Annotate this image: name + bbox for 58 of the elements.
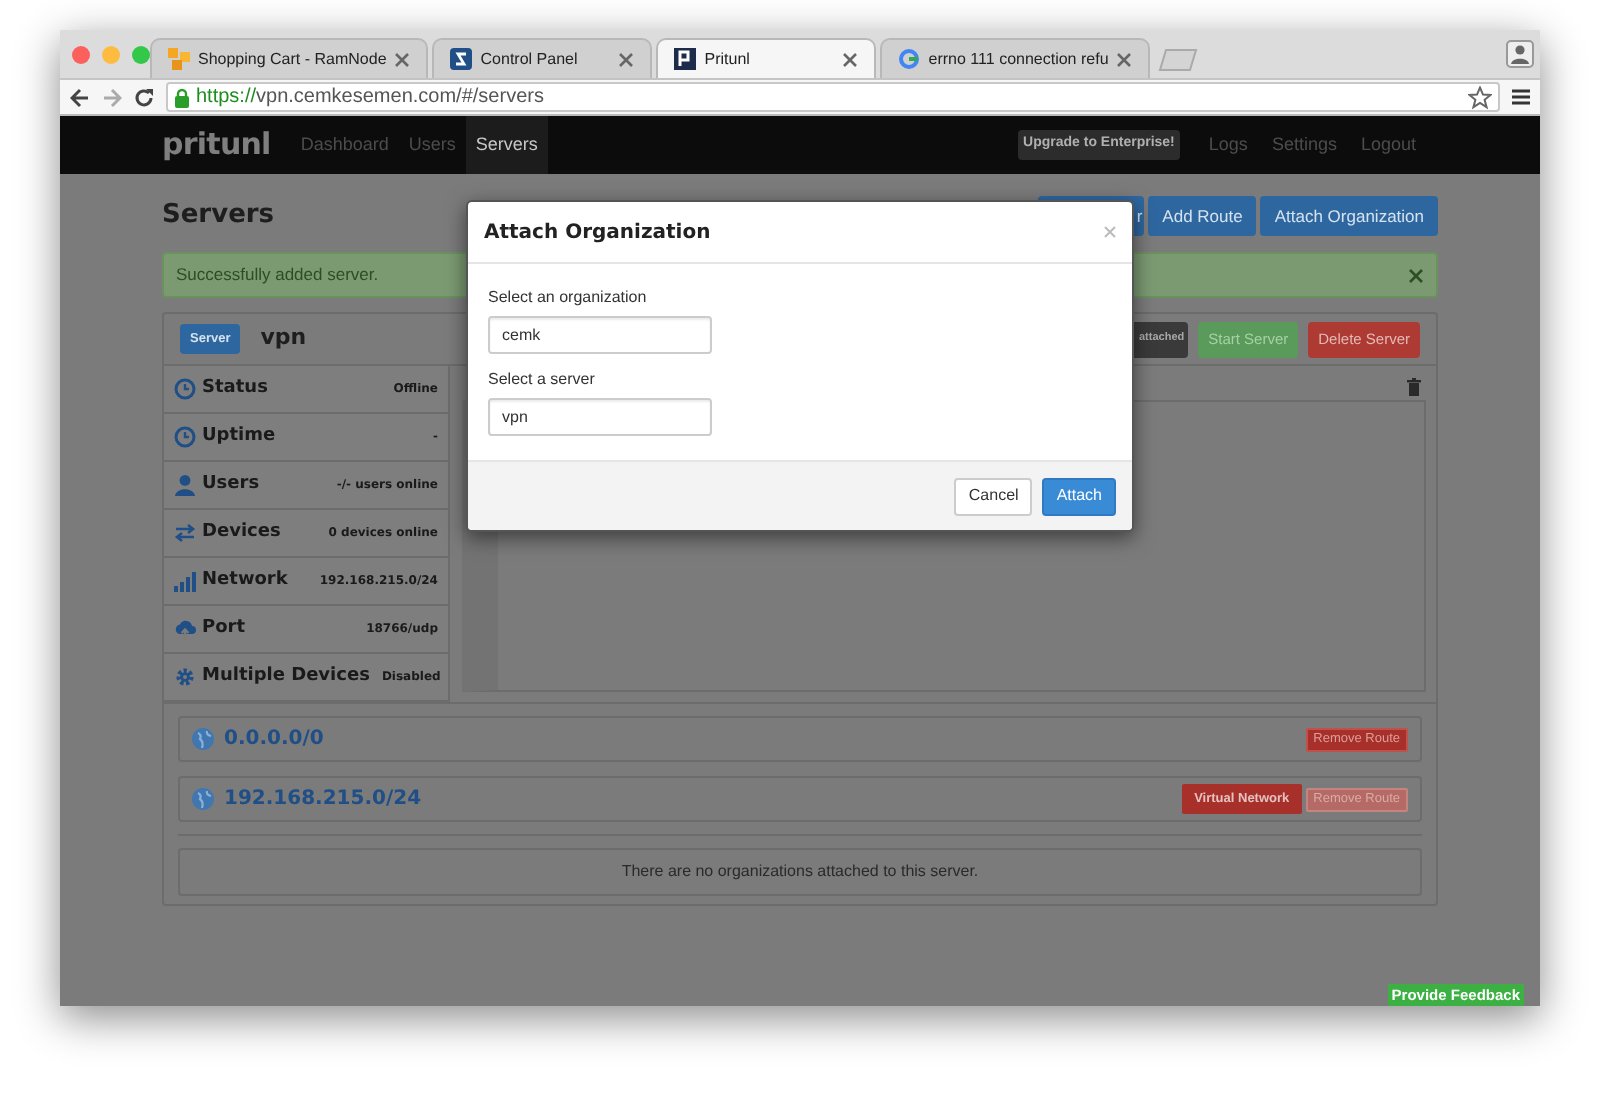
stat-label: Multiple Devices <box>202 663 370 690</box>
close-icon[interactable] <box>394 51 411 67</box>
tab-title: Pritunl <box>704 47 752 71</box>
star-icon[interactable] <box>1468 85 1492 109</box>
stat-label: Network <box>202 567 288 594</box>
header-button[interactable]: Attach Organization <box>1260 196 1438 236</box>
server-name: vpn <box>260 322 307 355</box>
field-label: Select a server <box>488 368 597 392</box>
stat-label: Port <box>202 615 246 642</box>
field-label: Select an organization <box>488 286 649 310</box>
address-bar[interactable]: https://vpn.cemkesemen.com/#/servers <box>166 82 1500 112</box>
stat-label: Users <box>202 471 260 498</box>
back-icon[interactable] <box>70 87 90 107</box>
modal-button[interactable]: Cancel <box>954 477 1033 515</box>
squares-icon <box>168 48 190 70</box>
forward-icon[interactable] <box>102 87 122 107</box>
cloud-upload-icon <box>174 618 196 640</box>
logo-icon <box>450 48 473 70</box>
close-icon[interactable] <box>618 51 635 67</box>
brand-logo[interactable]: pritunl <box>162 122 271 168</box>
alert-message: Successfully added server. <box>176 262 379 288</box>
modal-button[interactable]: Attach <box>1042 477 1116 515</box>
close-icon[interactable] <box>842 51 859 67</box>
route-network: 0.0.0.0/0 <box>224 726 324 754</box>
url-text: https://vpn.cemkesemen.com/#/servers <box>196 84 544 112</box>
stat-label: Uptime <box>202 423 276 450</box>
route-network: 192.168.215.0/24 <box>224 786 422 814</box>
clock-icon <box>174 378 196 400</box>
lock-icon <box>174 87 190 107</box>
gear-icon <box>174 666 196 688</box>
browser-tab[interactable]: Control Panel <box>432 38 653 78</box>
modal-title: Attach Organization <box>484 219 711 247</box>
browser-tab[interactable]: errno 111 connection refu <box>880 38 1151 78</box>
browser-tab[interactable]: Pritunl <box>656 38 877 78</box>
profile-icon[interactable] <box>1506 40 1534 68</box>
browser-tab[interactable]: Shopping Cart - RamNode <box>150 38 429 78</box>
select-field[interactable]: vpn <box>488 398 712 436</box>
arrows-icon <box>174 522 196 544</box>
g-logo-icon <box>898 48 921 70</box>
tab-title: errno 111 connection refu <box>928 47 1109 71</box>
person-icon <box>174 474 196 496</box>
nav-link[interactable]: Servers <box>465 116 548 174</box>
close-icon[interactable] <box>1408 267 1424 283</box>
page-title: Servers <box>162 198 275 235</box>
tab-title: Shopping Cart - RamNode <box>198 47 387 71</box>
reload-icon[interactable] <box>134 87 154 107</box>
menu-icon[interactable] <box>1512 88 1530 106</box>
close-icon[interactable] <box>1116 51 1133 67</box>
stat-label: Status <box>202 375 268 402</box>
tab-title: Control Panel <box>480 47 580 71</box>
header-button[interactable]: Add Route <box>1148 196 1257 236</box>
clock-icon <box>174 426 196 448</box>
signal-bars-icon <box>174 570 196 592</box>
select-field[interactable]: cemk <box>488 316 712 354</box>
trash-icon[interactable] <box>1406 377 1422 395</box>
logo-icon <box>674 48 697 70</box>
stat-label: Devices <box>202 519 281 546</box>
empty-message: There are no organizations attached to this server. <box>621 860 979 884</box>
